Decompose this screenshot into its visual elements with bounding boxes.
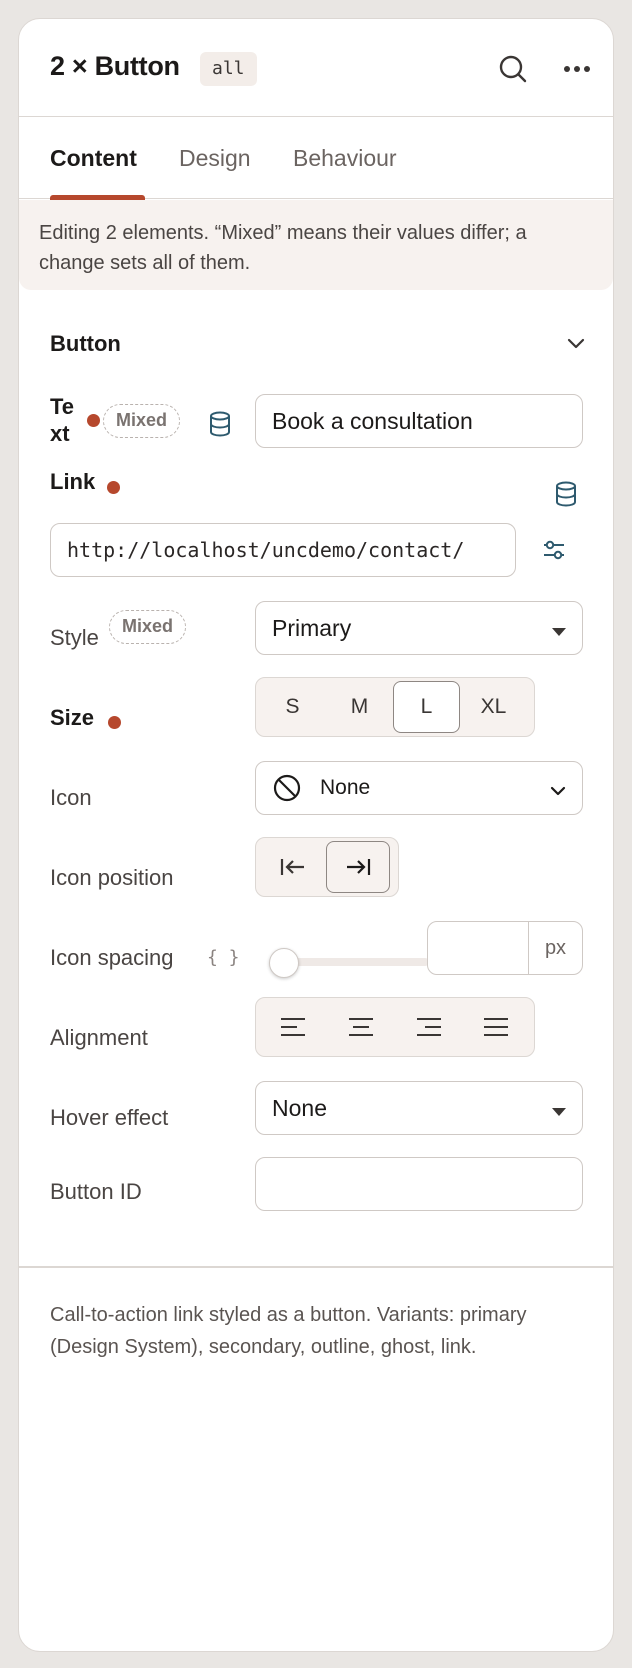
database-icon[interactable] <box>551 479 581 509</box>
icon-after-icon[interactable] <box>326 841 390 893</box>
database-icon[interactable] <box>205 409 235 439</box>
alignment-label: Alignment <box>50 1025 148 1050</box>
modified-indicator <box>107 481 120 494</box>
style-label: Style <box>50 625 99 650</box>
tab-behaviour[interactable]: Behaviour <box>293 145 397 172</box>
hover-effect-value: None <box>272 1094 327 1121</box>
section-title[interactable]: Button <box>50 331 121 357</box>
divider <box>19 1266 613 1268</box>
icon-position-label: Icon position <box>50 865 174 890</box>
modified-indicator <box>87 414 100 427</box>
icon-position-control <box>255 837 399 897</box>
chevron-down-icon[interactable] <box>567 337 585 355</box>
align-center-icon[interactable] <box>327 1001 395 1053</box>
link-options-icon[interactable] <box>539 535 569 565</box>
button-id-label: Button ID <box>50 1179 142 1204</box>
text-label-line1: Te <box>50 394 75 419</box>
size-option-xl[interactable]: XL <box>460 681 527 733</box>
style-select[interactable]: Primary <box>255 601 583 655</box>
text-input[interactable]: Book a consultation <box>255 394 583 448</box>
icon-spacing-label: Icon spacing <box>50 945 174 970</box>
inspector-panel: 2 × Button all Content Design Behaviour … <box>18 18 614 1652</box>
icon-spacing-input[interactable] <box>428 922 528 974</box>
alignment-control <box>255 997 535 1057</box>
icon-spacing-slider-thumb[interactable] <box>269 948 299 978</box>
scope-badge[interactable]: all <box>200 52 257 86</box>
hover-effect-label: Hover effect <box>50 1105 169 1130</box>
style-select-value: Primary <box>272 614 352 641</box>
chevron-down-icon <box>550 775 566 802</box>
search-icon[interactable] <box>493 49 533 89</box>
multi-edit-notice: Editing 2 elements. “Mixed” means their … <box>19 200 613 290</box>
modified-indicator <box>108 716 121 729</box>
tab-bar: Content Design Behaviour <box>19 117 613 200</box>
button-id-input[interactable] <box>255 1157 583 1211</box>
align-right-icon[interactable] <box>395 1001 463 1053</box>
unit-select[interactable]: px <box>528 922 582 974</box>
icon-select[interactable]: None <box>255 761 583 815</box>
size-label: Size <box>50 705 95 730</box>
more-icon[interactable] <box>557 49 597 89</box>
dynamic-token-icon[interactable]: { } <box>207 947 240 968</box>
size-option-s[interactable]: S <box>259 681 326 733</box>
caret-down-icon <box>552 615 566 642</box>
panel-title: 2 × Button <box>50 51 180 81</box>
widget-description: Call-to-action link styled as a button. … <box>50 1304 527 1358</box>
icon-label: Icon <box>50 785 92 810</box>
caret-down-icon <box>552 1095 566 1122</box>
mixed-badge: Mixed <box>109 610 187 644</box>
hover-effect-select[interactable]: None <box>255 1081 583 1135</box>
size-option-m[interactable]: M <box>326 681 393 733</box>
text-label: Te xt <box>50 393 74 447</box>
text-label-line2: xt <box>50 421 70 446</box>
icon-before-icon[interactable] <box>259 841 326 893</box>
align-justify-icon[interactable] <box>463 1001 529 1053</box>
mixed-badge: Mixed <box>103 404 181 438</box>
none-icon <box>272 773 302 803</box>
panel-header: 2 × Button all <box>19 19 613 117</box>
tab-content[interactable]: Content <box>50 145 137 172</box>
link-label: Link <box>50 469 96 494</box>
link-input[interactable]: http://localhost/uncdemo/contact/ <box>50 523 516 577</box>
size-option-l[interactable]: L <box>393 681 460 733</box>
icon-spacing-input-group: px <box>427 921 583 975</box>
tab-design[interactable]: Design <box>179 145 251 172</box>
icon-select-value: None <box>320 776 371 799</box>
align-left-icon[interactable] <box>259 1001 327 1053</box>
size-segmented-control: S M L XL <box>255 677 535 737</box>
